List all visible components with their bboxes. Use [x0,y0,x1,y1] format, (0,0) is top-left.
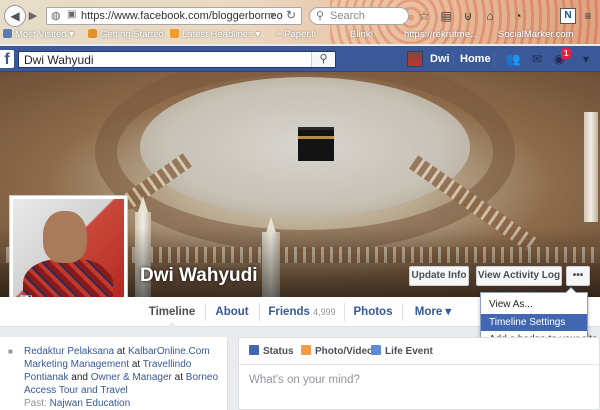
tab-friends[interactable]: Friends 4,999 [262,297,342,327]
back-icon[interactable]: ◀ [4,5,26,27]
composer-input[interactable]: What's on your mind? [249,374,360,386]
profile-picture[interactable]: 📷 [13,199,124,310]
bookmark-blink[interactable]: Blink! [350,29,373,40]
extension-n-icon[interactable]: N [560,8,576,24]
menu-item-view-as[interactable]: View As... [481,296,587,313]
composer-tab-life-event[interactable]: Life Event [371,345,433,357]
forward-icon[interactable]: ▶ [25,8,41,24]
minaret-left-top [138,196,148,212]
profile-person-head [43,211,87,263]
star-icon[interactable]: ☆ [416,8,432,24]
tab-divider [344,303,345,321]
kaaba [298,127,334,161]
post-composer: Status Photo/Video Life Event What's on … [238,337,600,410]
employer-link[interactable]: KalbarOnline.Com [128,346,210,357]
friend-requests-icon[interactable]: 👥 [505,52,521,66]
view-activity-log-button[interactable]: View Activity Log [476,266,562,286]
more-options-button[interactable]: ••• [566,266,590,286]
employer-link[interactable]: Borneo [186,372,218,383]
job-title-link[interactable]: Redaktur Pelaksana [24,346,114,357]
header-divider [453,51,454,67]
minaret-right [584,112,598,222]
header-divider [494,51,495,67]
firefox-icon [88,29,97,38]
bookmark-paper-li[interactable]: + Paper.li [276,29,316,40]
url-dropdown-icon[interactable]: ▼ [268,10,277,20]
folder-icon [3,29,12,38]
tab-photos[interactable]: Photos [347,297,399,327]
employer-link[interactable]: Pontianak [24,372,68,383]
friends-count: 4,999 [313,307,336,317]
rss-icon [170,29,179,38]
intro-panel: ■ Redaktur Pelaksana at KalbarOnline.Com… [0,337,228,410]
job-title-link[interactable]: Owner & Manager [91,372,172,383]
profile-name[interactable]: Dwi Wahyudi [140,265,258,287]
pocket-icon[interactable]: ⊍ [460,8,476,24]
url-bar[interactable]: ◍ ▣ https://www.facebook.com/bloggerborn… [46,7,302,25]
tab-timeline[interactable]: Timeline [142,297,202,328]
tab-divider [402,303,403,321]
url-text[interactable]: https://www.facebook.com/bloggerborneo [81,10,283,22]
employer-link[interactable]: Access Tour and Travel [24,385,128,396]
tab-divider [259,303,260,321]
bookmark-latest-headlines[interactable]: Latest Headlines ▾ [170,29,260,40]
facebook-search-input[interactable]: Dwi Wahyudi ⚲ [18,51,336,68]
bookmarks-bar: Most Visited ▾ Getting Started Latest He… [0,28,600,44]
kaaba-band [298,136,334,139]
messages-icon[interactable]: ✉ [529,52,545,66]
home-icon[interactable]: ⌂ [482,8,498,24]
work-info: Redaktur Pelaksana at KalbarOnline.Com M… [24,346,219,409]
header-user-name[interactable]: Dwi [430,53,450,65]
flag-icon [371,345,381,355]
pencil-icon [249,345,259,355]
header-home-link[interactable]: Home [460,53,491,65]
bookmark-getting-started[interactable]: Getting Started [88,29,164,40]
reload-icon[interactable]: ↻ [286,8,296,22]
update-info-button[interactable]: Update Info [409,266,469,286]
briefcase-icon: ■ [8,347,13,356]
job-title-link[interactable]: Marketing Management [24,359,129,370]
menu-item-timeline-settings[interactable]: Timeline Settings [481,314,587,331]
bookmark-most-visited[interactable]: Most Visited ▾ [3,29,74,40]
tab-about[interactable]: About [208,297,256,327]
lock-icon: ▣ [67,9,77,20]
facebook-logo[interactable]: f [0,50,14,68]
search-icon: ⚲ [316,10,325,22]
past-label: Past: [24,398,50,409]
globe-icon: ◍ [51,10,61,22]
account-menu-icon[interactable]: ▾ [578,52,594,66]
composer-tab-photo[interactable]: Photo/Video [301,345,373,357]
avatar[interactable] [407,51,423,67]
employer-link[interactable]: Travellindo [143,359,192,370]
facebook-search-value: Dwi Wahyudi [24,53,94,67]
menu-icon[interactable]: ≡ [580,8,596,24]
browser-toolbar: ◀ ▶ ◍ ▣ https://www.facebook.com/blogger… [0,0,600,44]
notification-badge: 1 [561,48,572,59]
bookmark-rekrutme[interactable]: https://rekrutme... [404,29,478,40]
extension-icon[interactable]: ◔ [510,8,526,24]
tab-divider [205,303,206,321]
composer-divider [239,364,599,365]
search-icon[interactable]: ⚲ [311,52,335,67]
bookmark-socialmarker[interactable]: SocialMarker.com [498,29,574,40]
browser-search-input[interactable]: ⚲ Search [309,7,409,25]
browser-search-placeholder: Search [330,10,365,22]
tab-more[interactable]: More ▾ [405,297,461,327]
clipboard-icon[interactable]: ▤ [438,8,454,24]
composer-tab-status[interactable]: Status [249,345,294,357]
photo-icon [301,345,311,355]
past-employer-link[interactable]: Najwan Education [50,398,131,409]
